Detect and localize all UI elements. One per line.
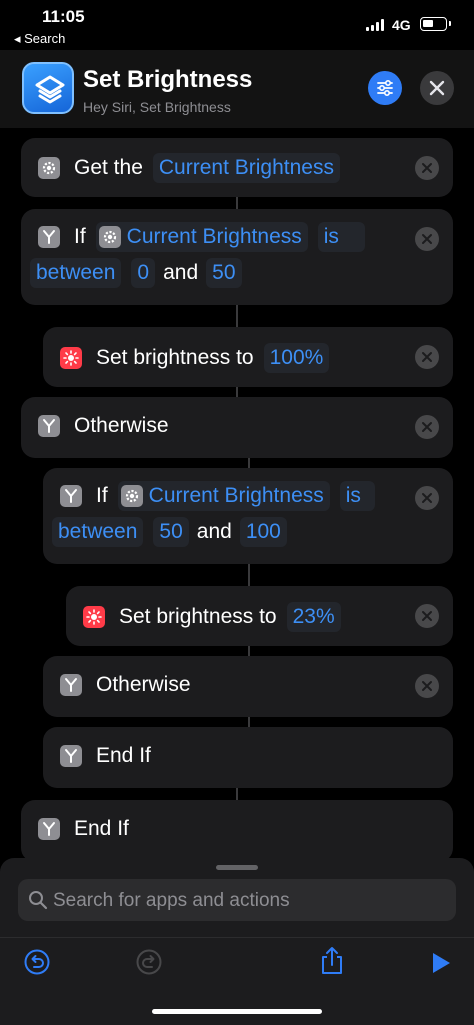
undo-icon — [24, 949, 50, 975]
action-text: Get the — [74, 156, 143, 179]
if-keyword: If — [96, 484, 108, 507]
if-keyword: If — [74, 225, 86, 248]
bottom-toolbar — [0, 937, 474, 1025]
close-icon — [422, 493, 432, 503]
settings-button[interactable] — [368, 71, 402, 105]
remove-action-button[interactable] — [415, 345, 439, 369]
battery-icon — [420, 17, 451, 31]
sliders-icon — [377, 79, 393, 97]
action-card-end-if[interactable]: End If — [43, 727, 453, 788]
high-value-token[interactable]: 100 — [239, 517, 287, 547]
redo-icon — [136, 949, 162, 975]
low-value-token[interactable]: 50 — [153, 517, 189, 547]
gear-icon — [98, 226, 121, 249]
low-value-token[interactable]: 0 — [131, 258, 156, 288]
action-card-set-brightness[interactable]: Set brightness to 100% — [43, 327, 453, 387]
variable-token[interactable]: Current Brightness — [152, 153, 340, 183]
remove-action-button[interactable] — [415, 156, 439, 180]
remove-action-button[interactable] — [415, 604, 439, 628]
share-icon — [322, 947, 342, 974]
variable-token[interactable]: Current Brightness — [95, 222, 308, 252]
and-label: and — [196, 520, 232, 543]
branch-icon — [60, 745, 82, 767]
status-time: 11:05 — [42, 7, 85, 26]
action-card-if[interactable]: If Current Brightness is between 50 and … — [43, 468, 453, 564]
shortcut-subtitle: Hey Siri, Set Brightness — [83, 99, 231, 115]
search-input[interactable]: Search for apps and actions — [53, 890, 290, 912]
sheet-grabber[interactable] — [216, 865, 258, 870]
action-text: Set brightness to — [96, 346, 254, 369]
close-button[interactable] — [420, 71, 454, 105]
close-icon — [422, 422, 432, 432]
cellular-signal-icon — [366, 19, 386, 31]
branch-icon — [38, 818, 60, 840]
redo-button[interactable] — [135, 948, 165, 978]
branch-icon — [60, 674, 82, 696]
end-if-label: End If — [96, 744, 151, 767]
sun-icon — [60, 347, 82, 369]
action-card-otherwise[interactable]: Otherwise — [43, 656, 453, 717]
shortcut-title[interactable]: Set Brightness — [83, 66, 252, 94]
close-icon — [422, 681, 432, 691]
close-icon — [422, 234, 432, 244]
gear-icon — [38, 157, 60, 179]
condition-token[interactable]: between — [52, 517, 144, 547]
action-card-otherwise[interactable]: Otherwise — [21, 397, 453, 458]
status-bar: 11:05 ◂ Search 4G — [0, 0, 474, 50]
play-icon — [433, 953, 450, 973]
condition-token[interactable]: is — [317, 222, 365, 252]
remove-action-button[interactable] — [415, 674, 439, 698]
remove-action-button[interactable] — [415, 227, 439, 251]
network-type: 4G — [392, 17, 411, 33]
brightness-value-token[interactable]: 23% — [286, 602, 341, 632]
sun-icon — [83, 606, 105, 628]
run-button[interactable] — [428, 950, 458, 980]
and-label: and — [163, 261, 199, 284]
remove-action-button[interactable] — [415, 415, 439, 439]
close-icon — [422, 611, 432, 621]
end-if-label: End If — [74, 817, 129, 840]
brightness-value-token[interactable]: 100% — [263, 343, 330, 373]
action-text: Set brightness to — [119, 605, 277, 628]
close-icon — [422, 163, 432, 173]
shortcut-header: Set Brightness Hey Siri, Set Brightness — [0, 50, 474, 128]
home-indicator — [152, 1009, 322, 1014]
action-card-get[interactable]: Get the Current Brightness — [21, 138, 453, 197]
remove-action-button[interactable] — [415, 486, 439, 510]
undo-button[interactable] — [23, 948, 53, 978]
branch-icon — [38, 415, 60, 437]
high-value-token[interactable]: 50 — [206, 258, 242, 288]
otherwise-label: Otherwise — [74, 414, 169, 437]
branch-icon — [38, 226, 60, 248]
gear-icon — [120, 485, 143, 508]
action-editor[interactable]: Get the Current Brightness If Current Br… — [0, 128, 474, 858]
variable-token[interactable]: Current Brightness — [117, 481, 330, 511]
branch-icon — [60, 485, 82, 507]
actions-search-sheet: Search for apps and actions — [0, 858, 474, 937]
otherwise-label: Otherwise — [96, 673, 191, 696]
action-card-if[interactable]: If Current Brightness is between 0 and 5… — [21, 209, 453, 305]
condition-token[interactable]: is — [339, 481, 375, 511]
search-icon — [29, 891, 48, 910]
condition-token[interactable]: between — [30, 258, 122, 288]
share-button[interactable] — [318, 946, 348, 976]
close-icon — [422, 352, 432, 362]
back-to-search-link[interactable]: ◂ Search — [14, 31, 65, 47]
action-card-end-if[interactable]: End If — [21, 800, 453, 858]
shortcut-icon[interactable] — [22, 62, 74, 114]
close-icon — [429, 80, 445, 96]
action-card-set-brightness[interactable]: Set brightness to 23% — [66, 586, 453, 646]
search-field[interactable]: Search for apps and actions — [18, 879, 456, 921]
